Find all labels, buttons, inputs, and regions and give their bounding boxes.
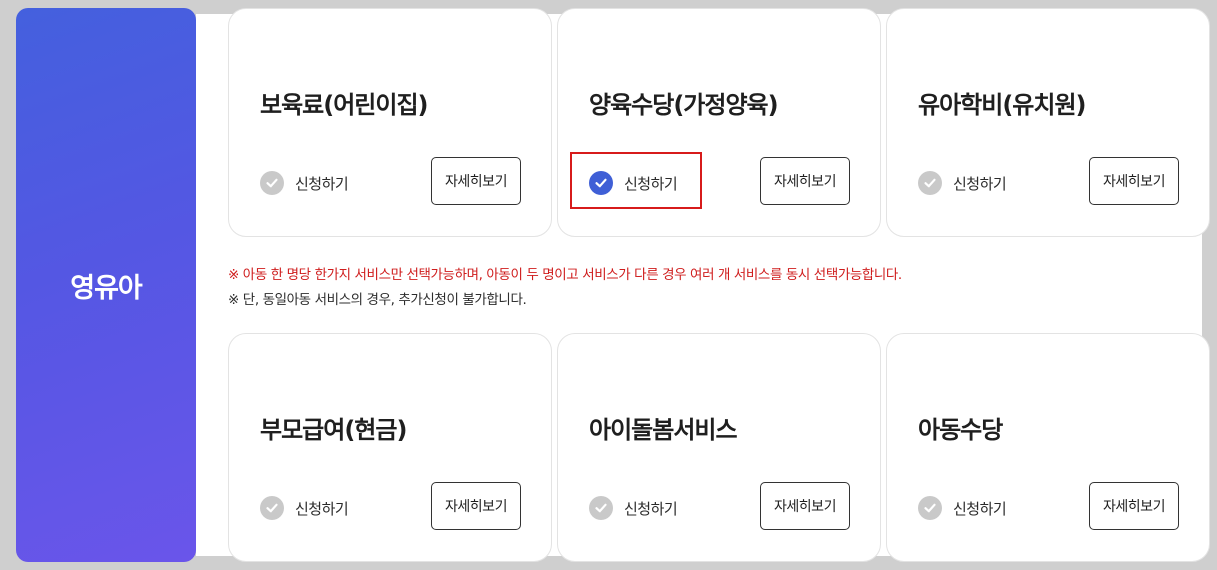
apply-checkbox[interactable]: 신청하기 — [589, 496, 678, 520]
apply-checkbox[interactable]: 신청하기 — [260, 496, 349, 520]
check-circle-icon — [260, 171, 284, 195]
apply-checkbox[interactable]: 신청하기 — [918, 496, 1007, 520]
check-circle-icon — [918, 496, 942, 520]
notice-dark: ※ 단, 동일아동 서비스의 경우, 추가신청이 불가합니다. — [228, 292, 527, 308]
check-circle-icon — [589, 496, 613, 520]
service-card-child-allowance: 아동수당 신청하기 자세히보기 — [886, 333, 1210, 562]
service-title: 아동수당 — [918, 416, 1003, 444]
service-title: 보육료(어린이집) — [260, 91, 428, 119]
apply-checkbox[interactable]: 신청하기 — [589, 171, 678, 195]
detail-button[interactable]: 자세히보기 — [431, 157, 521, 205]
apply-label: 신청하기 — [953, 174, 1007, 193]
notice-red: ※ 아동 한 명당 한가지 서비스만 선택가능하며, 아동이 두 명이고 서비스… — [228, 267, 902, 283]
service-title: 아이돌봄서비스 — [589, 416, 738, 444]
service-card-kindergarten-fee: 유아학비(유치원) 신청하기 자세히보기 — [886, 8, 1210, 237]
service-card-childcare-service: 아이돌봄서비스 신청하기 자세히보기 — [557, 333, 881, 562]
apply-label: 신청하기 — [295, 174, 349, 193]
category-sidebar: 영유아 — [16, 8, 196, 562]
detail-button[interactable]: 자세히보기 — [760, 157, 850, 205]
notice-block: ※ 아동 한 명당 한가지 서비스만 선택가능하며, 아동이 두 명이고 서비스… — [228, 263, 902, 313]
category-title: 영유아 — [70, 272, 143, 304]
check-circle-icon — [918, 171, 942, 195]
detail-button[interactable]: 자세히보기 — [1089, 482, 1179, 530]
apply-label: 신청하기 — [295, 499, 349, 518]
check-circle-icon — [589, 171, 613, 195]
apply-checkbox[interactable]: 신청하기 — [918, 171, 1007, 195]
apply-label: 신청하기 — [624, 174, 678, 193]
service-title: 양육수당(가정양육) — [589, 91, 779, 119]
check-circle-icon — [260, 496, 284, 520]
service-card-daycare-fee: 보육료(어린이집) 신청하기 자세히보기 — [228, 8, 552, 237]
apply-label: 신청하기 — [624, 499, 678, 518]
detail-button[interactable]: 자세히보기 — [431, 482, 521, 530]
service-title: 부모급여(현금) — [260, 416, 407, 444]
detail-button[interactable]: 자세히보기 — [760, 482, 850, 530]
apply-checkbox[interactable]: 신청하기 — [260, 171, 349, 195]
service-card-childcare-allowance: 양육수당(가정양육) 신청하기 자세히보기 — [557, 8, 881, 237]
service-title: 유아학비(유치원) — [918, 91, 1086, 119]
detail-button[interactable]: 자세히보기 — [1089, 157, 1179, 205]
apply-label: 신청하기 — [953, 499, 1007, 518]
service-card-parent-benefit: 부모급여(현금) 신청하기 자세히보기 — [228, 333, 552, 562]
